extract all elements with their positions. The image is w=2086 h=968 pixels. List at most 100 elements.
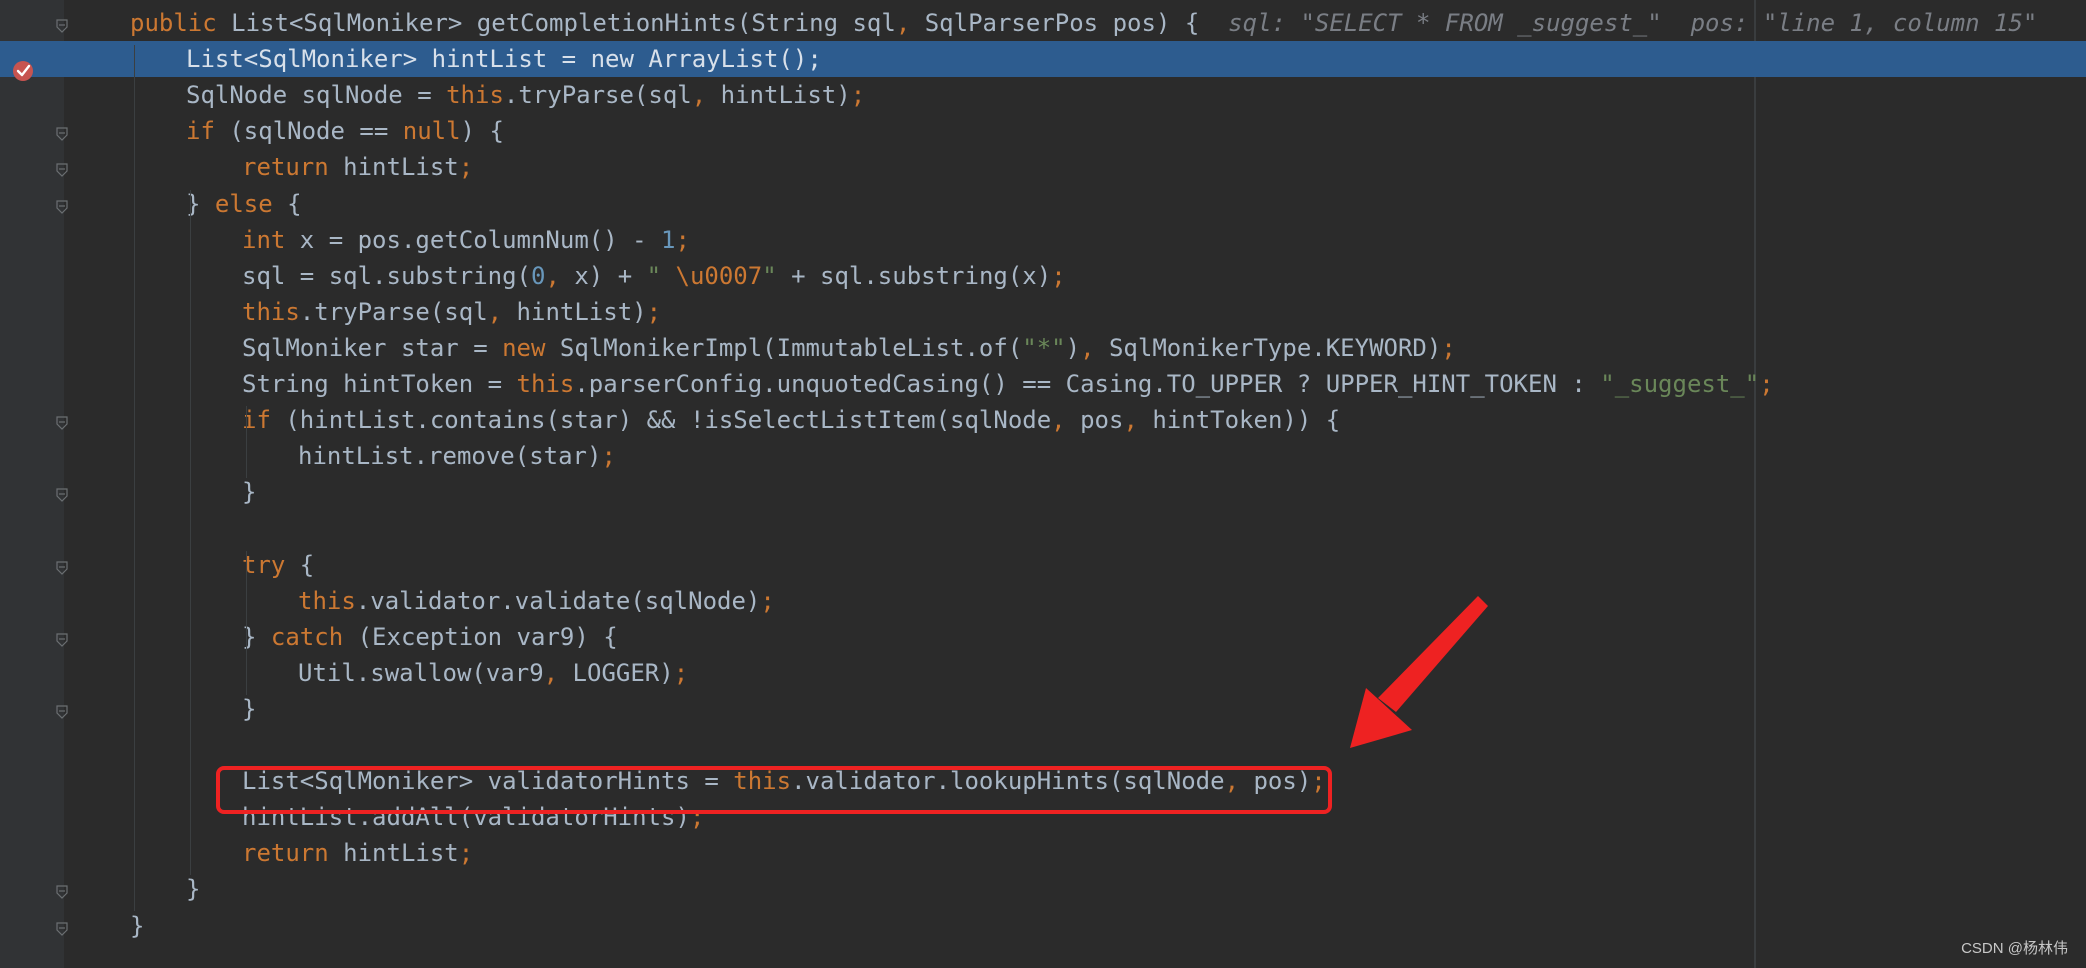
code-token: "_suggest_": [1600, 370, 1759, 398]
fold-marker-icon[interactable]: [56, 885, 68, 899]
code-line[interactable]: } else {: [0, 186, 2086, 222]
code-token: hintToken)) {: [1152, 406, 1340, 434]
code-line[interactable]: if (hintList.contains(star) && !isSelect…: [0, 402, 2086, 438]
code-line[interactable]: int x = pos.getColumnNum() - 1;: [0, 222, 2086, 258]
code-token: (Exception var9) {: [358, 623, 618, 651]
code-line[interactable]: Util.swallow(var9, LOGGER);: [0, 655, 2086, 691]
breakpoint-icon[interactable]: [12, 60, 34, 82]
code-line[interactable]: [0, 727, 2086, 763]
code-line-text: } catch (Exception var9) {: [242, 623, 618, 651]
code-token: new: [502, 334, 560, 362]
code-line[interactable]: String hintToken = this.parserConfig.unq…: [0, 366, 2086, 402]
code-line[interactable]: }: [0, 474, 2086, 510]
code-line-text: Util.swallow(var9, LOGGER);: [298, 659, 688, 687]
fold-marker-icon[interactable]: [56, 200, 68, 214]
code-line-text: sql = sql.substring(0, x) + " \u0007" + …: [242, 262, 1066, 290]
fold-marker-icon[interactable]: [56, 19, 68, 33]
code-token: ;: [459, 153, 473, 181]
code-token: if: [242, 406, 285, 434]
code-token: ;: [674, 659, 688, 687]
annotation-arrow-icon: [1340, 590, 1490, 766]
code-line[interactable]: }: [0, 691, 2086, 727]
code-line[interactable]: SqlNode sqlNode = this.tryParse(sql, hin…: [0, 77, 2086, 113]
code-line[interactable]: hintList.remove(star);: [0, 438, 2086, 474]
fold-marker-icon[interactable]: [56, 561, 68, 575]
code-token: .tryParse(sql: [300, 298, 488, 326]
code-token: List<SqlMoniker> getCompletionHints(Stri…: [231, 9, 896, 37]
code-line[interactable]: List<SqlMoniker> hintList = new ArrayLis…: [0, 41, 2086, 77]
code-token: ,: [1080, 334, 1109, 362]
code-token: return: [242, 153, 343, 181]
code-token: + sql.substring(x): [777, 262, 1052, 290]
code-token: ;: [675, 226, 689, 254]
code-token: "*": [1022, 334, 1065, 362]
code-token: pos: [1080, 406, 1123, 434]
debug-inline-hint-value: "line 1, column 15": [1763, 9, 2038, 37]
code-line-text: this.validator.validate(sqlNode);: [298, 587, 775, 615]
code-token: LOGGER): [573, 659, 674, 687]
fold-marker-icon[interactable]: [56, 633, 68, 647]
code-line[interactable]: try {: [0, 547, 2086, 583]
code-line-text: SqlMoniker star = new SqlMonikerImpl(Imm…: [242, 334, 1456, 362]
code-line-text: if (hintList.contains(star) && !isSelect…: [242, 406, 1340, 434]
code-token: hintList): [517, 298, 647, 326]
code-token: {: [300, 551, 314, 579]
indent-guide: [246, 551, 247, 623]
code-token: ): [1066, 334, 1080, 362]
fold-marker-icon[interactable]: [56, 705, 68, 719]
code-line[interactable]: } catch (Exception var9) {: [0, 619, 2086, 655]
code-line-text: return hintList;: [242, 839, 473, 867]
code-token: }: [130, 912, 144, 940]
code-line[interactable]: [0, 510, 2086, 546]
fold-marker-icon[interactable]: [56, 488, 68, 502]
code-line[interactable]: }: [0, 871, 2086, 907]
code-line-text: hintList.remove(star);: [298, 442, 616, 470]
code-token: ;: [1441, 334, 1455, 362]
code-editor[interactable]: public List<SqlMoniker> getCompletionHin…: [0, 0, 2086, 968]
fold-marker-icon[interactable]: [56, 163, 68, 177]
code-line-text: int x = pos.getColumnNum() - 1;: [242, 226, 690, 254]
code-token: List<SqlMoniker> hintList =: [186, 45, 591, 73]
code-token: new: [591, 45, 649, 73]
code-token: ;: [807, 45, 821, 73]
code-token: ) {: [461, 117, 504, 145]
code-line-text: try {: [242, 551, 314, 579]
fold-marker-icon[interactable]: [56, 922, 68, 936]
code-token: ;: [459, 839, 473, 867]
code-line[interactable]: this.tryParse(sql, hintList);: [0, 294, 2086, 330]
code-token: }: [242, 478, 256, 506]
indent-guide: [190, 190, 191, 876]
code-line[interactable]: SqlMoniker star = new SqlMonikerImpl(Imm…: [0, 330, 2086, 366]
code-token: }: [242, 695, 256, 723]
code-token: ,: [1051, 406, 1080, 434]
code-line-text: } else {: [186, 190, 302, 218]
code-line[interactable]: return hintList;: [0, 835, 2086, 871]
code-token: {: [287, 190, 301, 218]
code-token: SqlParserPos pos) {: [925, 9, 1200, 37]
debug-inline-hint-label: sql:: [1199, 9, 1300, 37]
code-token: int: [242, 226, 300, 254]
code-token: ": [762, 262, 776, 290]
fold-marker-icon[interactable]: [56, 416, 68, 430]
code-token: ": [647, 262, 676, 290]
code-token: (sqlNode ==: [229, 117, 402, 145]
code-token: .tryParse(sql: [504, 81, 692, 109]
code-token: SqlNode sqlNode =: [186, 81, 446, 109]
code-token: SqlMonikerImpl(ImmutableList.of(: [560, 334, 1022, 362]
code-token: ,: [692, 81, 721, 109]
code-line-text: SqlNode sqlNode = this.tryParse(sql, hin…: [186, 81, 865, 109]
code-token: hintList.remove(star): [298, 442, 601, 470]
code-line[interactable]: this.validator.validate(sqlNode);: [0, 583, 2086, 619]
code-line[interactable]: if (sqlNode == null) {: [0, 113, 2086, 149]
fold-marker-icon[interactable]: [56, 127, 68, 141]
code-line[interactable]: sql = sql.substring(0, x) + " \u0007" + …: [0, 258, 2086, 294]
code-line-text: }: [130, 912, 144, 940]
code-line[interactable]: }: [0, 908, 2086, 944]
code-token: this: [517, 370, 575, 398]
indent-guide: [134, 45, 135, 911]
code-line-text: List<SqlMoniker> hintList = new ArrayLis…: [186, 45, 822, 73]
code-token: public: [130, 9, 231, 37]
code-line[interactable]: return hintList;: [0, 149, 2086, 185]
code-line[interactable]: public List<SqlMoniker> getCompletionHin…: [0, 5, 2086, 41]
code-line-text: String hintToken = this.parserConfig.unq…: [242, 370, 1774, 398]
